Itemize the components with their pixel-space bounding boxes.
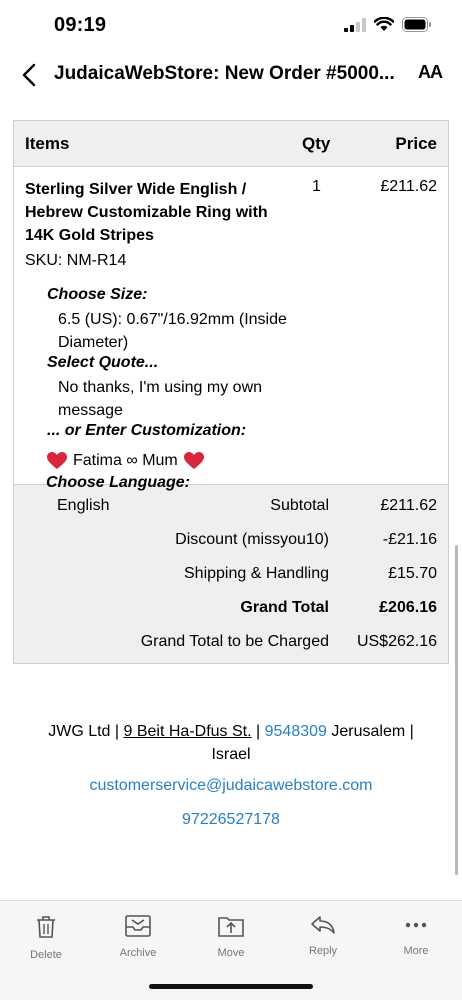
archive-button[interactable]: Archive [103,915,173,959]
subtotal-value: £211.62 [380,497,437,514]
move-button[interactable]: Move [196,915,266,959]
battery-icon [402,17,431,32]
status-time: 09:19 [54,14,107,36]
option-title-customization: ... or Enter Customization: [47,422,247,439]
street-link[interactable]: 9 Beit Ha-Dfus St. [124,723,252,740]
charged-total-label: Grand Total to be Charged [140,633,329,650]
trash-icon [37,916,55,938]
reply-icon [311,916,335,934]
reply-button[interactable]: Reply [288,915,358,957]
company-name: JWG Ltd | [48,723,120,740]
charged-total-value: US$262.16 [356,633,437,650]
option-value-size: 6.5 (US): 0.67"/16.92mm (Inside Diameter… [58,311,287,351]
table-row: Sterling Silver Wide English / Hebrew Cu… [14,121,448,485]
discount-value: -£21.16 [382,531,437,548]
option-title-quote: Select Quote... [47,354,159,371]
nav-bar: JudaicaWebStore: New Order #5000... AA [0,54,462,98]
move-folder-icon [218,917,244,937]
email-link[interactable]: customerservice@judaicawebstore.com [89,777,372,794]
heart-icon [47,451,67,469]
option-value-quote: No thanks, I'm using my own message [58,379,263,419]
signal-icon [344,17,366,32]
item-name: Sterling Silver Wide English / Hebrew Cu… [25,181,268,244]
scrollbar[interactable] [455,545,458,875]
country: Israel [211,746,251,763]
reply-label: Reply [308,945,338,957]
text-size-button[interactable]: AA [418,62,443,83]
option-value-customization-row: Fatima ∞ Mum [47,449,307,472]
subtotal-label: Subtotal [270,497,329,514]
phone-link[interactable]: 97226527178 [182,811,280,828]
heart-icon [183,451,204,469]
more-button[interactable]: More [381,915,451,957]
delete-label: Delete [30,949,62,961]
back-button[interactable] [14,58,44,92]
item-qty: 1 [312,178,321,195]
option-title-language: Choose Language: [46,474,191,491]
phone-row: 97226527178 [0,811,462,829]
move-label: Move [217,947,245,959]
zip-link[interactable]: 9548309 [265,723,327,740]
archive-label: Archive [119,947,157,959]
option-title-size: Choose Size: [47,286,148,303]
shipping-value: £15.70 [388,565,437,582]
address-separator: | [256,723,261,740]
page-title: JudaicaWebStore: New Order #5000... [54,63,395,84]
chevron-left-icon [22,63,36,87]
grand-total-label: Grand Total [240,599,329,616]
delete-button[interactable]: Delete [11,915,81,961]
customization-text: Fatima ∞ Mum [73,452,178,469]
grand-total-value: £206.16 [379,599,437,616]
option-value-language: English [57,497,110,514]
item-sku: SKU: NM-R14 [25,252,127,269]
order-table: Items Qty Price Sterling Silver Wide Eng… [13,120,449,664]
item-price: £211.62 [380,178,437,195]
discount-label: Discount (missyou10) [175,531,329,548]
more-icon [405,922,427,928]
status-icons [344,17,432,32]
wifi-icon [374,17,394,31]
home-indicator[interactable] [149,984,313,989]
company-address: JWG Ltd | 9 Beit Ha-Dfus St. | 9548309 J… [0,720,462,766]
shipping-label: Shipping & Handling [184,565,329,582]
status-bar: 09:19 [0,0,462,54]
email-row: customerservice@judaicawebstore.com [0,777,462,795]
more-label: More [403,945,429,957]
archive-icon [125,915,151,937]
city: Jerusalem | [331,723,414,740]
